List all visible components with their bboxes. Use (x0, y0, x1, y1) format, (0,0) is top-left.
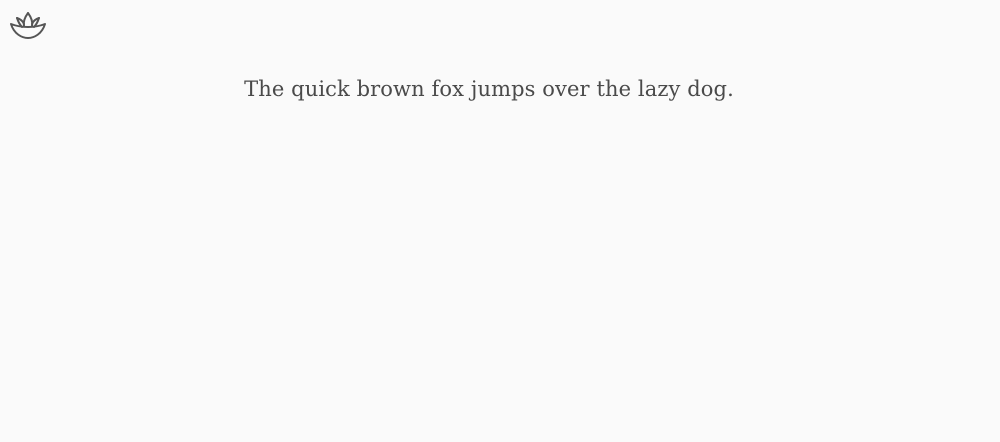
sample-text: The quick brown fox jumps over the lazy … (244, 77, 734, 101)
lotus-icon (10, 12, 46, 39)
lotus-logo-icon[interactable] (8, 10, 48, 40)
